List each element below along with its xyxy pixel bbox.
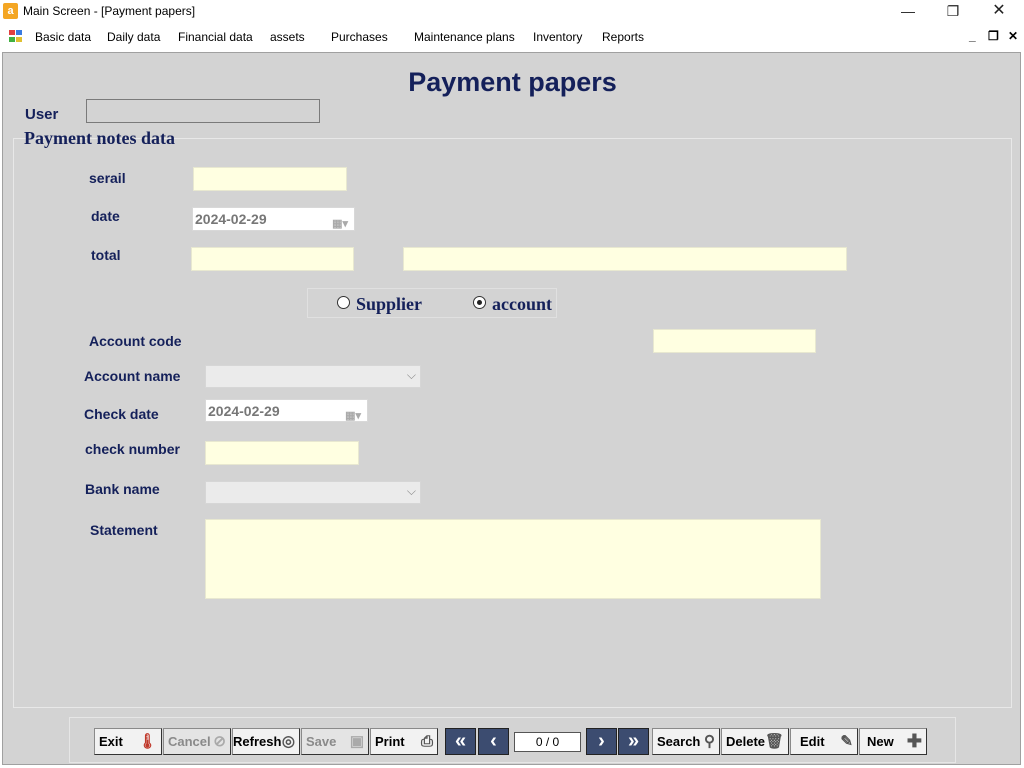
check-date-picker[interactable]: 2024-02-29 ▦▾	[205, 399, 368, 422]
minimize-button[interactable]: —	[885, 0, 931, 24]
payment-notes-group	[13, 138, 1012, 708]
account-name-label: Account name	[84, 368, 181, 384]
print-button[interactable]: Print ⎙	[370, 728, 438, 755]
new-label: New	[867, 734, 894, 749]
date-label: date	[91, 208, 120, 224]
window-title: Main Screen - [Payment papers]	[23, 4, 196, 18]
bank-name-label: Bank name	[85, 481, 160, 497]
pencil-icon: ✎	[840, 733, 853, 750]
last-record-button[interactable]: »	[618, 728, 649, 755]
total-in-words-field	[403, 247, 847, 271]
calendar-icon[interactable]: ▦▾	[332, 213, 348, 235]
cancel-icon: ⊘	[213, 733, 226, 750]
check-number-input[interactable]	[205, 441, 359, 465]
menu-bar: Basic data Daily data Financial data ass…	[0, 24, 1024, 50]
user-label: User	[25, 106, 59, 123]
refresh-button[interactable]: Refresh ◎	[232, 728, 300, 755]
mdi-close-button[interactable]: ✕	[1008, 29, 1018, 43]
form-client-area: Payment papers User Payment notes data s…	[2, 52, 1021, 765]
user-field	[86, 99, 320, 123]
action-toolbar: Exit 🌡 Cancel ⊘ Refresh ◎ Save ▣ Print ⎙…	[69, 717, 956, 763]
bank-name-select[interactable]: ⌵	[205, 481, 421, 504]
cancel-label: Cancel	[168, 734, 211, 749]
app-icon: a	[3, 3, 18, 19]
page-title: Payment papers	[408, 67, 617, 97]
plus-icon: ✚	[906, 731, 922, 751]
save-label: Save	[306, 734, 337, 749]
record-counter: 0 / 0	[514, 732, 581, 752]
delete-label: Delete	[726, 734, 766, 749]
statement-textarea[interactable]	[205, 519, 821, 599]
printer-icon: ⎙	[420, 733, 433, 750]
close-button[interactable]: ✕	[976, 0, 1022, 24]
search-icon: ⚲	[704, 733, 715, 750]
exit-label: Exit	[99, 734, 123, 749]
account-code-label: Account code	[89, 333, 182, 349]
menu-purchases[interactable]: Purchases	[331, 30, 388, 44]
exit-button[interactable]: Exit 🌡	[94, 728, 162, 755]
print-label: Print	[375, 734, 405, 749]
search-label: Search	[657, 734, 701, 749]
supplier-radio-label[interactable]: Supplier	[356, 294, 422, 315]
delete-button[interactable]: Delete 🗑	[721, 728, 789, 755]
refresh-icon: ◎	[281, 733, 295, 750]
account-code-input[interactable]	[653, 329, 816, 353]
check-date-value: 2024-02-29	[208, 403, 280, 419]
menu-daily-data[interactable]: Daily data	[107, 30, 160, 44]
exit-icon: 🌡	[137, 733, 157, 750]
trash-icon: 🗑	[764, 733, 784, 750]
menu-inventory[interactable]: Inventory	[533, 30, 582, 44]
date-picker[interactable]: 2024-02-29 ▦▾	[192, 207, 355, 231]
account-radio-label[interactable]: account	[492, 294, 552, 315]
mdi-restore-button[interactable]: ❐	[988, 29, 999, 43]
previous-record-button[interactable]: ‹	[478, 728, 509, 755]
menu-assets[interactable]: assets	[270, 30, 305, 44]
menu-basic-data[interactable]: Basic data	[35, 30, 91, 44]
mdi-minimize-button[interactable]: _	[969, 29, 976, 43]
cancel-button[interactable]: Cancel ⊘	[163, 728, 231, 755]
account-name-select[interactable]: ⌵	[205, 365, 421, 388]
menu-financial-data[interactable]: Financial data	[178, 30, 253, 44]
account-radio[interactable]	[473, 296, 486, 309]
menu-maintenance-plans[interactable]: Maintenance plans	[414, 30, 515, 44]
supplier-radio[interactable]	[337, 296, 350, 309]
save-icon: ▣	[349, 733, 364, 750]
check-date-label: Check date	[84, 406, 159, 422]
title-bar: a Main Screen - [Payment papers] — ❐ ✕	[0, 0, 1024, 24]
statement-label: Statement	[90, 522, 158, 538]
first-record-button[interactable]: «	[445, 728, 476, 755]
calendar-icon[interactable]: ▦▾	[345, 405, 361, 427]
check-number-label: check number	[85, 441, 180, 457]
save-button[interactable]: Save ▣	[301, 728, 369, 755]
search-button[interactable]: Search ⚲	[652, 728, 720, 755]
next-record-button[interactable]: ›	[586, 728, 617, 755]
edit-label: Edit	[800, 734, 825, 749]
mdi-child-icon[interactable]	[9, 30, 23, 43]
refresh-label: Refresh	[233, 734, 282, 749]
group-label: Payment notes data	[24, 128, 175, 148]
serial-label: serail	[89, 170, 126, 186]
payee-type-radio-group: Supplier account	[307, 288, 557, 318]
chevron-down-icon[interactable]: ⌵	[407, 484, 416, 499]
date-value: 2024-02-29	[195, 211, 267, 227]
menu-reports[interactable]: Reports	[602, 30, 644, 44]
chevron-down-icon[interactable]: ⌵	[407, 368, 416, 383]
total-input[interactable]	[191, 247, 354, 271]
new-button[interactable]: New ✚	[859, 728, 927, 755]
serial-input[interactable]	[193, 167, 347, 191]
total-label: total	[91, 247, 121, 263]
maximize-button[interactable]: ❐	[930, 0, 976, 24]
edit-button[interactable]: Edit ✎	[790, 728, 858, 755]
